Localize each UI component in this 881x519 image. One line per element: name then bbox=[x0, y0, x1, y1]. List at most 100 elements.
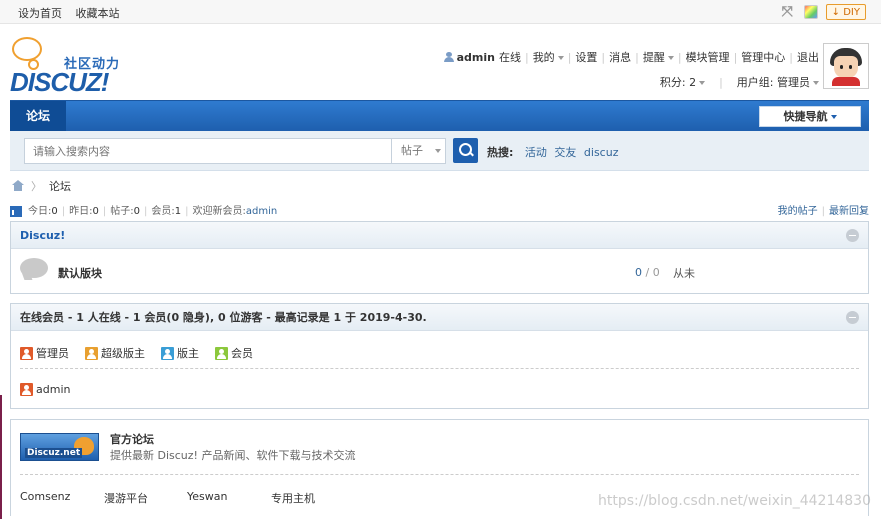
legend-member: 会员 bbox=[215, 345, 253, 361]
hot-search: 热搜: 活动 交友 discuz bbox=[487, 144, 618, 160]
user-group-legend: 管理员 超级版主 版主 会员 bbox=[20, 345, 253, 361]
post-count: 0 bbox=[652, 266, 660, 279]
menu-settings[interactable]: 设置 bbox=[575, 49, 597, 65]
user-bar: admin 在线 | 我的 | 设置 | 消息 | 提醒 | 模块管理 | 管理… bbox=[443, 49, 819, 90]
points-label: 积分: 2 bbox=[659, 76, 697, 89]
friend-link[interactable]: 专用主机 bbox=[271, 490, 315, 506]
friend-link[interactable]: Yeswan bbox=[187, 490, 271, 506]
user-menu: admin 在线 | 我的 | 设置 | 消息 | 提醒 | 模块管理 | 管理… bbox=[443, 49, 819, 65]
divider bbox=[20, 474, 859, 475]
friend-link[interactable]: Comsenz bbox=[20, 490, 104, 506]
my-posts-link[interactable]: 我的帖子 bbox=[778, 206, 818, 217]
chevron-down-icon bbox=[699, 81, 706, 85]
online-user[interactable]: admin bbox=[20, 383, 70, 396]
stats-links: 我的帖子 | 最新回复 bbox=[777, 206, 869, 217]
chevron-down-icon bbox=[435, 149, 441, 153]
legend-label: 会员 bbox=[231, 347, 253, 360]
menu-admin-center[interactable]: 管理中心 bbox=[741, 49, 785, 65]
avatar-image bbox=[826, 46, 866, 86]
menu-logout[interactable]: 退出 bbox=[797, 49, 819, 65]
points-dropdown[interactable]: 积分: 2 bbox=[659, 74, 706, 90]
posts-count: 0 bbox=[133, 206, 140, 217]
quick-nav-button[interactable]: 快捷导航 bbox=[759, 106, 861, 127]
welcome-label: 欢迎新会员: bbox=[192, 206, 246, 217]
friend-link[interactable]: 漫游平台 bbox=[104, 490, 187, 506]
menu-reminders[interactable]: 提醒 bbox=[643, 49, 674, 65]
forum-count: 0 / 0 bbox=[635, 266, 660, 279]
legend-super-moderator: 超级版主 bbox=[85, 345, 145, 361]
usergroup-dropdown[interactable]: 用户组: 管理员 bbox=[737, 74, 819, 90]
legend-label: 版主 bbox=[177, 347, 199, 360]
hot-keyword[interactable]: 活动 bbox=[525, 146, 547, 159]
hot-search-label: 热搜: bbox=[487, 146, 514, 159]
members-count: 1 bbox=[174, 206, 182, 217]
online-status[interactable]: 在线 bbox=[499, 49, 521, 65]
site-header: 社区动力 DISCUZ! admin 在线 | 我的 | 设置 | 消息 | 提… bbox=[0, 25, 881, 100]
stats-chart-icon bbox=[10, 205, 24, 217]
today-label: 今日: bbox=[28, 206, 52, 217]
home-icon[interactable] bbox=[12, 180, 24, 192]
category-title[interactable]: Discuz! bbox=[11, 222, 868, 249]
latest-replies-link[interactable]: 最新回复 bbox=[829, 206, 869, 217]
legend-admin: 管理员 bbox=[20, 345, 69, 361]
menu-messages[interactable]: 消息 bbox=[609, 49, 631, 65]
discuz-net-logo-text: Discuz.net bbox=[25, 448, 83, 458]
color-palette-icon[interactable] bbox=[803, 5, 818, 19]
diy-button[interactable]: ↓ DIY bbox=[825, 4, 866, 20]
watermark: https://blog.csdn.net/weixin_44214830 bbox=[597, 493, 871, 509]
admin-user-icon bbox=[20, 346, 33, 360]
search-bar: 帖子 热搜: 活动 交友 discuz bbox=[10, 131, 869, 171]
forum-category: Discuz! 默认版块 0 / 0 从未 bbox=[10, 221, 869, 294]
forum-stats: 今日:0 | 昨日:0 | 帖子:0 | 会员:1 | 欢迎新会员:admin 我的帖子 | 最新回… bbox=[10, 202, 869, 217]
set-homepage-link[interactable]: 设为首页 bbox=[18, 7, 62, 20]
hot-keyword[interactable]: discuz bbox=[584, 146, 619, 159]
menu-my-label: 我的 bbox=[532, 51, 555, 64]
members-label: 会员: bbox=[151, 206, 175, 217]
collapse-icon[interactable] bbox=[846, 311, 859, 324]
quick-nav-label: 快捷导航 bbox=[783, 110, 828, 123]
menu-module-admin[interactable]: 模块管理 bbox=[686, 49, 730, 65]
official-forum-link[interactable]: 官方论坛 bbox=[110, 431, 154, 447]
official-forum-desc: 提供最新 Discuz! 产品新闻、软件下载与技术交流 bbox=[110, 449, 356, 462]
logo-wordmark: DISCUZ! bbox=[10, 67, 109, 97]
search-button[interactable] bbox=[453, 138, 478, 163]
search-input[interactable] bbox=[24, 138, 392, 164]
divider bbox=[20, 368, 859, 369]
thread-count: 0 bbox=[635, 266, 642, 279]
chevron-down-icon bbox=[830, 115, 837, 119]
moderator-user-icon bbox=[161, 346, 174, 360]
yesterday-count: 0 bbox=[92, 206, 99, 217]
legend-label: 管理员 bbox=[36, 347, 69, 360]
diy-label: DIY bbox=[843, 7, 860, 18]
toolbar-icons: ⤧ ↓ DIY bbox=[782, 4, 866, 20]
top-links: 设为首页 收藏本站 bbox=[18, 5, 130, 21]
online-title[interactable]: 在线会员 - 1 人在线 - 1 会员(0 隐身), 0 位游客 - 最高记录是… bbox=[11, 304, 868, 331]
logo-bubble-icon bbox=[12, 37, 42, 70]
menu-my[interactable]: 我的 bbox=[533, 49, 564, 65]
main-nav: 论坛 快捷导航 bbox=[10, 100, 869, 131]
forum-row: 默认版块 0 / 0 从未 bbox=[11, 249, 868, 294]
breadcrumb-current[interactable]: 论坛 bbox=[49, 178, 71, 194]
online-members: 在线会员 - 1 人在线 - 1 会员(0 隐身), 0 位游客 - 最高记录是… bbox=[10, 303, 869, 409]
search-type-label: 帖子 bbox=[401, 144, 423, 157]
super-moderator-user-icon bbox=[85, 346, 98, 360]
tab-forum[interactable]: 论坛 bbox=[10, 101, 66, 131]
hot-keyword[interactable]: 交友 bbox=[554, 146, 576, 159]
forum-name-link[interactable]: 默认版块 bbox=[58, 265, 102, 281]
discuz-net-logo[interactable]: Discuz.net bbox=[20, 433, 99, 461]
chevron-down-icon bbox=[667, 56, 674, 60]
search-type-select[interactable]: 帖子 bbox=[391, 138, 446, 164]
site-logo[interactable]: 社区动力 DISCUZ! bbox=[10, 37, 130, 97]
user-info: 积分: 2 | 用户组: 管理员 bbox=[444, 74, 819, 90]
user-icon bbox=[443, 52, 454, 62]
expand-icon[interactable]: ⤧ bbox=[782, 5, 796, 19]
usergroup-label: 用户组: 管理员 bbox=[736, 76, 810, 89]
avatar[interactable] bbox=[823, 43, 869, 89]
new-member-link[interactable]: admin bbox=[246, 206, 277, 217]
breadcrumb: 〉 论坛 bbox=[12, 178, 71, 194]
username-link[interactable]: admin bbox=[457, 51, 495, 64]
window-edge bbox=[0, 395, 2, 519]
today-count: 0 bbox=[51, 206, 58, 217]
collapse-icon[interactable] bbox=[846, 229, 859, 242]
bookmark-link[interactable]: 收藏本站 bbox=[76, 7, 120, 20]
